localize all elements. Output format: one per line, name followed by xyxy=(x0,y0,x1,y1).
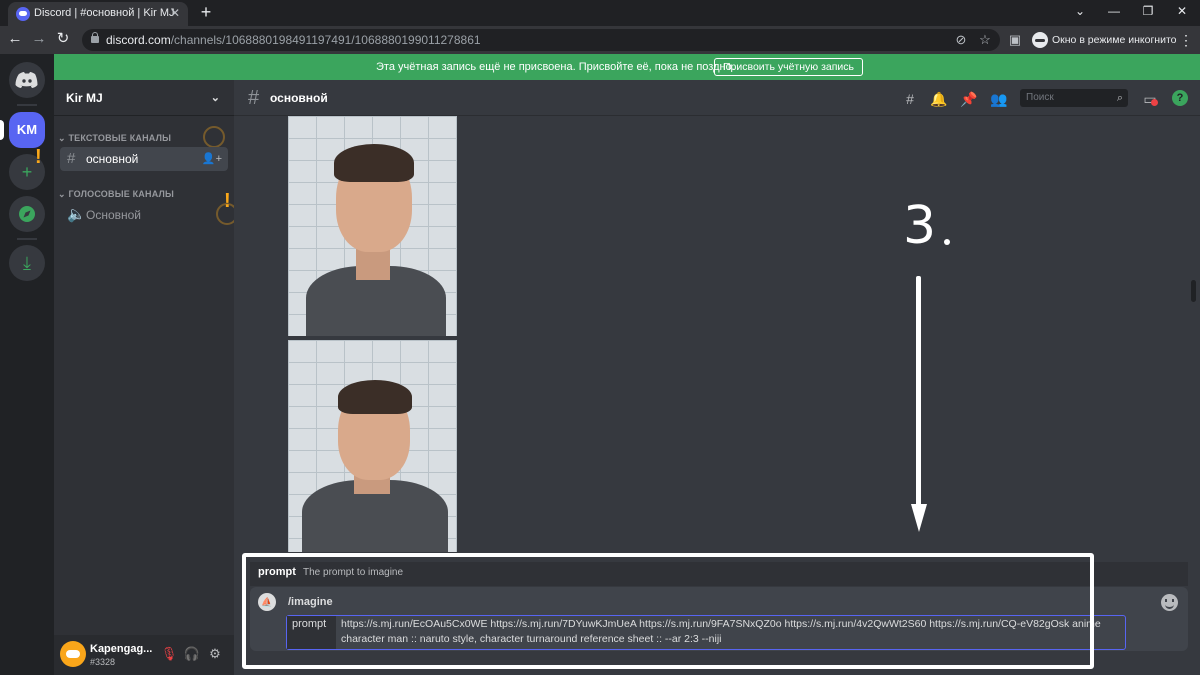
reload-button[interactable]: ↻ xyxy=(52,28,74,50)
incognito-label: Окно в режиме инкогнито xyxy=(1052,34,1177,46)
pin-icon[interactable]: 📌 xyxy=(959,89,979,109)
url-path: /channels/1068880198491197491/1068880199… xyxy=(170,33,481,47)
notification-dot xyxy=(1151,99,1158,106)
incognito-indicator[interactable]: Окно в режиме инкогнито xyxy=(1030,30,1176,50)
discord-favicon-icon xyxy=(16,7,30,21)
claim-account-button[interactable]: Присвоить учётную запись xyxy=(714,58,863,76)
scrollbar[interactable] xyxy=(1191,280,1196,302)
text-channels-category[interactable]: ⌄ ТЕКСТОВЫЕ КАНАЛЫ xyxy=(58,133,171,144)
browser-tab[interactable]: Discord | #основной | Kir MJ ✕ xyxy=(8,2,188,26)
hair xyxy=(334,144,414,182)
incognito-icon xyxy=(1032,32,1048,48)
guild-header[interactable]: Kir MJ ⌄ xyxy=(54,80,234,116)
voice-channels-category[interactable]: ⌄ ГОЛОСОВЫЕ КАНАЛЫ xyxy=(58,189,174,200)
channel-name: основной xyxy=(86,152,139,166)
uploaded-photo[interactable] xyxy=(288,116,457,336)
tab-title: Discord | #основной | Kir MJ xyxy=(34,7,175,19)
tutorial-alert-icon: ! xyxy=(35,146,42,168)
search-icon: ⌕ xyxy=(1116,92,1123,104)
search-placeholder: Поиск xyxy=(1026,92,1054,103)
discord-home-icon[interactable] xyxy=(9,62,45,98)
explore-servers-icon[interactable] xyxy=(9,196,45,232)
arrow-shaft xyxy=(916,276,921,512)
speaker-icon: 🔈 xyxy=(67,206,86,223)
side-panel-icon[interactable]: ▣ xyxy=(1006,31,1024,49)
step-number: 3 xyxy=(903,196,937,256)
gear-icon[interactable]: ⚙ xyxy=(206,645,224,663)
close-tab-icon[interactable]: ✕ xyxy=(170,2,180,24)
bookmark-star-icon[interactable]: ☆ xyxy=(976,31,994,49)
tracking-off-icon[interactable]: ⊘ xyxy=(952,31,970,49)
help-icon[interactable]: ? xyxy=(1172,90,1188,106)
category-label: ТЕКСТОВЫЕ КАНАЛЫ xyxy=(68,133,172,143)
avatar[interactable] xyxy=(60,641,86,667)
inbox-icon[interactable]: ▭ xyxy=(1140,89,1160,109)
bell-icon[interactable]: 🔔 xyxy=(929,89,949,109)
claim-account-banner: Эта учётная запись ещё не присвоена. При… xyxy=(54,54,1200,80)
threads-icon[interactable]: # xyxy=(900,89,920,109)
hash-icon: # xyxy=(248,87,260,109)
channel-item-osnovnoy[interactable]: # основной 👤+ xyxy=(60,147,228,171)
voice-channel-item[interactable]: 🔈 Основной xyxy=(60,203,228,227)
tab-search-icon[interactable]: ⌄ xyxy=(1062,0,1098,24)
highlight-box xyxy=(242,553,1094,669)
hair xyxy=(338,380,412,414)
voice-channel-name: Основной xyxy=(86,208,142,222)
server-kir-mj[interactable]: KM xyxy=(9,112,45,148)
new-tab-button[interactable]: + xyxy=(196,2,216,22)
compass-icon xyxy=(19,206,35,222)
uploaded-photo[interactable] xyxy=(288,340,457,552)
hash-icon: # xyxy=(67,150,76,167)
restore-button[interactable]: ❐ xyxy=(1130,0,1166,24)
url-host: discord.com xyxy=(106,33,171,47)
headphones-icon[interactable]: 🎧 xyxy=(183,645,201,663)
username: Kapengag... xyxy=(90,643,153,655)
mute-mic-icon[interactable]: 🎙 xyxy=(160,645,178,663)
arrow-down-icon xyxy=(911,504,927,532)
forward-button[interactable]: → xyxy=(28,28,50,50)
tutorial-ring-icon xyxy=(203,126,225,148)
server-separator xyxy=(17,104,37,106)
member-list-icon[interactable]: 👥 xyxy=(989,89,1009,109)
channel-title: основной xyxy=(270,91,328,105)
active-server-pill xyxy=(0,120,4,140)
download-apps-icon[interactable]: ⤓ xyxy=(9,245,45,281)
guild-name: Kir MJ xyxy=(66,91,103,105)
user-tag: #3328 xyxy=(90,657,116,667)
discord-logo-icon xyxy=(15,72,38,88)
browser-menu-icon[interactable]: ⋮ xyxy=(1178,30,1194,50)
url-input[interactable]: discord.com/channels/1068880198491197491… xyxy=(82,29,1000,51)
emoji-picker-icon[interactable] xyxy=(1161,594,1178,611)
lock-icon xyxy=(91,32,99,43)
banner-text: Эта учётная запись ещё не присвоена. При… xyxy=(376,61,735,73)
category-label: ГОЛОСОВЫЕ КАНАЛЫ xyxy=(68,189,175,199)
server-separator xyxy=(17,238,37,240)
chevron-down-icon: ⌄ xyxy=(210,92,220,104)
back-button[interactable]: ← xyxy=(4,28,26,50)
search-input[interactable]: Поиск ⌕ xyxy=(1020,89,1128,107)
create-invite-icon[interactable]: 👤+ xyxy=(202,147,222,171)
tutorial-alert-icon: ! xyxy=(224,190,231,212)
close-window-button[interactable]: ✕ xyxy=(1164,0,1200,24)
minimize-button[interactable]: — xyxy=(1096,0,1132,24)
step-dot xyxy=(944,239,950,245)
